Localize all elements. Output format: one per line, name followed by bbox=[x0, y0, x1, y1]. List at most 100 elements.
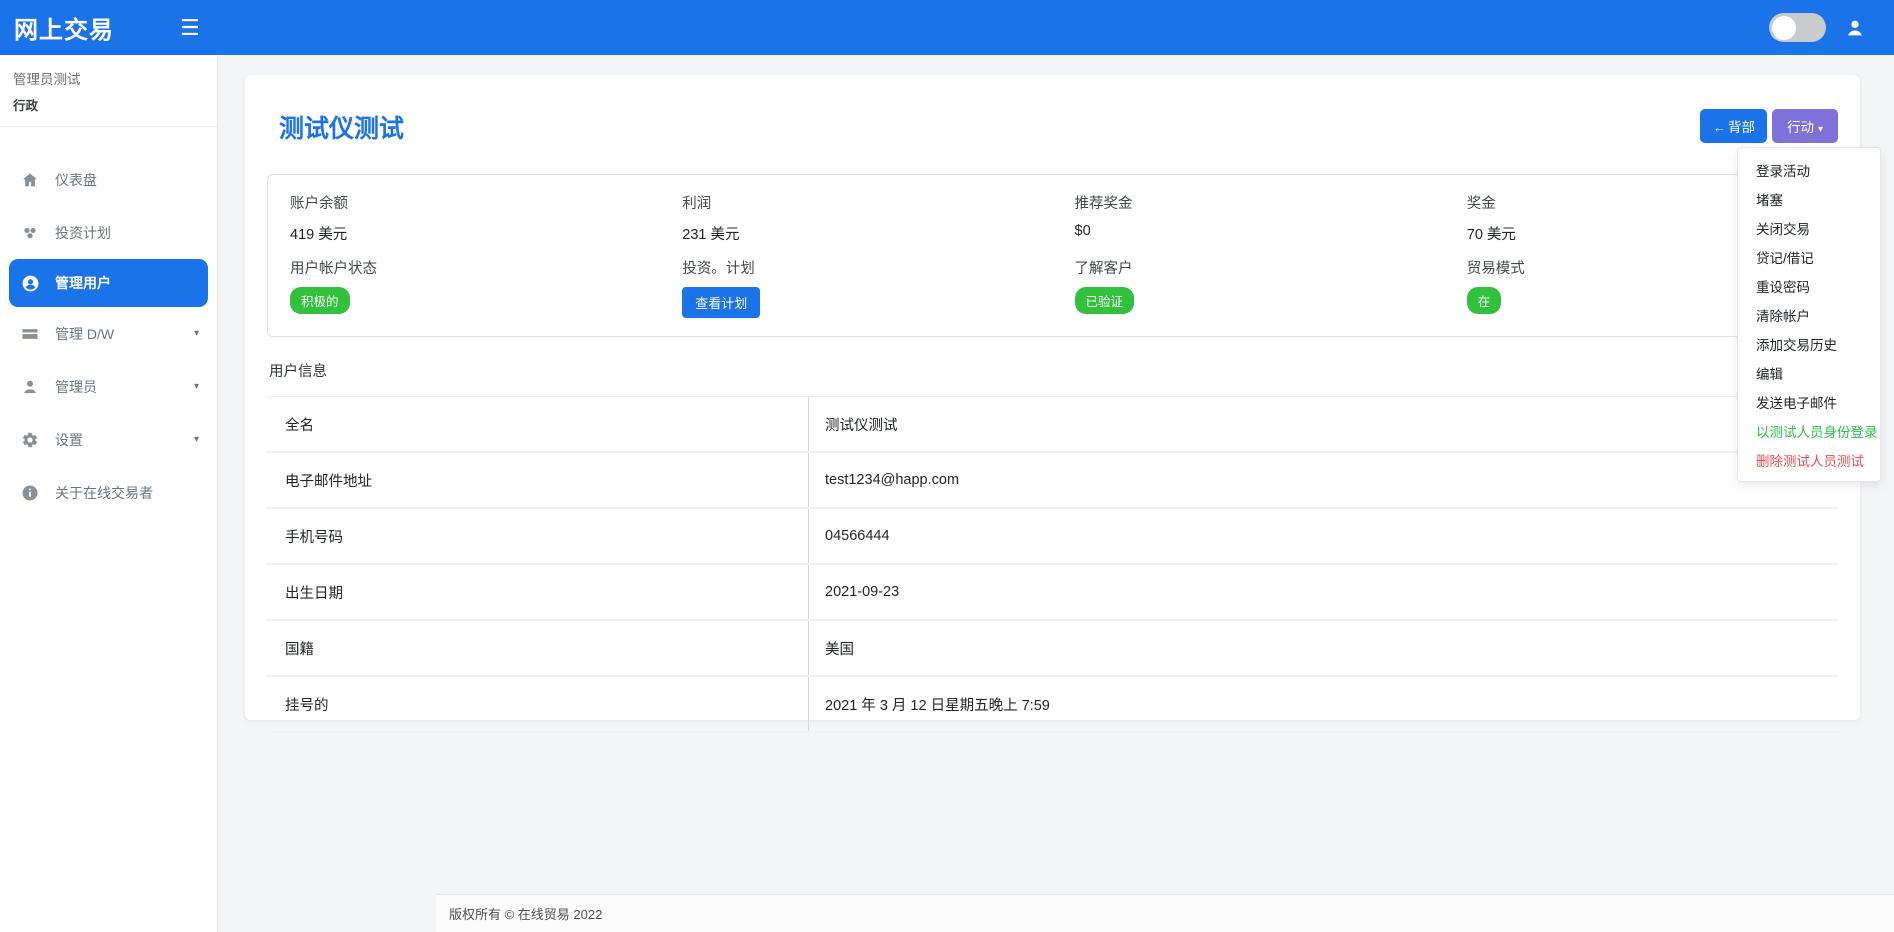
user-circle-icon bbox=[20, 273, 40, 293]
chevron-down-icon: ▾ bbox=[194, 434, 199, 445]
stat-value: 419 美元 bbox=[290, 223, 638, 244]
back-button[interactable]: ←背部 bbox=[1700, 109, 1767, 143]
status-cell-1: 投资。计划查看计划 bbox=[660, 244, 1052, 336]
table-row-1: 电子邮件地址test1234@happ.com bbox=[267, 453, 1838, 509]
actions-dropdown-menu: 登录活动堵塞关闭交易贷记/借记重设密码清除帐户添加交易历史编辑发送电子邮件以测试… bbox=[1737, 147, 1881, 482]
card-header: 测试仪测试 ←背部 行动▾ bbox=[267, 75, 1838, 145]
table-row-0: 全名测试仪测试 bbox=[267, 397, 1838, 453]
dropdown-item-2[interactable]: 关闭交易 bbox=[1738, 213, 1880, 242]
dropdown-item-6[interactable]: 添加交易历史 bbox=[1738, 329, 1880, 358]
row-label: 国籍 bbox=[267, 638, 808, 659]
stats-row: 账户余额419 美元利润231 美元推荐奖金$0奖金70 美元 bbox=[268, 175, 1837, 244]
sidebar-item-0[interactable]: 仪表盘 bbox=[0, 153, 217, 206]
chevron-down-icon: ▾ bbox=[194, 328, 199, 339]
dropdown-item-9[interactable]: 以测试人员身份登录 bbox=[1738, 416, 1880, 445]
sidebar-item-1[interactable]: 投资计划 bbox=[0, 206, 217, 259]
stat-cell-1: 利润 231 美元 bbox=[660, 175, 1052, 244]
table-row-5: 挂号的2021 年 3 月 12 日星期五晚上 7:59 bbox=[267, 677, 1838, 733]
dropdown-item-8[interactable]: 发送电子邮件 bbox=[1738, 387, 1880, 416]
row-label: 挂号的 bbox=[267, 694, 808, 715]
plans-icon bbox=[20, 223, 40, 243]
stat-cell-0: 账户余额 419 美元 bbox=[268, 175, 660, 244]
dropdown-item-3[interactable]: 贷记/借记 bbox=[1738, 242, 1880, 271]
back-arrow-icon: ← bbox=[1712, 120, 1726, 135]
sidebar-item-6[interactable]: 关于在线交易者 bbox=[0, 466, 217, 519]
sidebar-item-label: 关于在线交易者 bbox=[55, 483, 153, 503]
row-label: 电子邮件地址 bbox=[267, 470, 808, 491]
copyright-text: 版权所有 © 在线贸易 2022 bbox=[449, 904, 602, 923]
sidebar: 管理员测试 行政 仪表盘投资计划管理用户管理 D/W ▾ 管理员 ▾ 设置 ▾ 关于在线交易… bbox=[0, 55, 218, 932]
chevron-down-icon: ▾ bbox=[194, 381, 199, 392]
stat-value: $0 bbox=[1075, 223, 1423, 239]
sidebar-item-label: 管理 D/W bbox=[55, 324, 114, 344]
row-value: 2021 年 3 月 12 日星期五晚上 7:59 bbox=[808, 677, 1838, 731]
theme-toggle[interactable] bbox=[1769, 13, 1826, 42]
user-info-title: 用户信息 bbox=[267, 360, 1838, 397]
sidebar-item-label: 设置 bbox=[55, 430, 83, 450]
dropdown-item-5[interactable]: 清除帐户 bbox=[1738, 300, 1880, 329]
stats-box: 账户余额419 美元利润231 美元推荐奖金$0奖金70 美元 用户帐户状态积极… bbox=[267, 174, 1838, 337]
status-cell-2: 了解客户已验证 bbox=[1053, 244, 1445, 336]
user-info-table: 全名测试仪测试电子邮件地址test1234@happ.com手机号码045664… bbox=[267, 397, 1838, 733]
row-value: 04566444 bbox=[808, 509, 1838, 563]
view-plans-button[interactable]: 查看计划 bbox=[682, 287, 760, 318]
stat-label: 账户余额 bbox=[290, 192, 638, 213]
dropdown-item-7[interactable]: 编辑 bbox=[1738, 358, 1880, 387]
user-detail-card: 测试仪测试 ←背部 行动▾ 账户余额419 美元利润231 美元推荐奖金$0奖金… bbox=[245, 75, 1860, 720]
table-row-2: 手机号码04566444 bbox=[267, 509, 1838, 565]
home-icon bbox=[20, 170, 40, 190]
status-badge: 在 bbox=[1467, 287, 1502, 314]
sidebar-item-4[interactable]: 管理员 ▾ bbox=[0, 360, 217, 413]
table-row-4: 国籍美国 bbox=[267, 621, 1838, 677]
sidebar-item-label: 仪表盘 bbox=[55, 170, 97, 190]
row-value: 美国 bbox=[808, 621, 1838, 675]
sidebar-item-label: 投资计划 bbox=[55, 223, 111, 243]
sidebar-nav: 仪表盘投资计划管理用户管理 D/W ▾ 管理员 ▾ 设置 ▾ 关于在线交易者 bbox=[0, 153, 217, 519]
status-label: 用户帐户状态 bbox=[290, 257, 638, 278]
status-label: 了解客户 bbox=[1075, 257, 1423, 278]
hamburger-menu-icon[interactable]: ☰ bbox=[180, 17, 200, 39]
dropdown-item-10[interactable]: 删除测试人员测试 bbox=[1738, 445, 1880, 474]
dropdown-item-1[interactable]: 堵塞 bbox=[1738, 184, 1880, 213]
app-brand: 网上交易 bbox=[0, 10, 166, 45]
status-cell-0: 用户帐户状态积极的 bbox=[268, 244, 660, 336]
user-icon[interactable] bbox=[1844, 17, 1866, 39]
actions-button[interactable]: 行动▾ bbox=[1772, 109, 1838, 143]
dropdown-item-4[interactable]: 重设密码 bbox=[1738, 271, 1880, 300]
status-badge: 已验证 bbox=[1075, 287, 1135, 314]
stat-label: 利润 bbox=[682, 192, 1030, 213]
sidebar-user-name: 管理员测试 bbox=[13, 68, 204, 88]
row-value: 2021-09-23 bbox=[808, 565, 1838, 619]
toggle-knob bbox=[1772, 16, 1796, 40]
stat-value: 231 美元 bbox=[682, 223, 1030, 244]
sidebar-item-3[interactable]: 管理 D/W ▾ bbox=[0, 307, 217, 360]
sidebar-item-5[interactable]: 设置 ▾ bbox=[0, 413, 217, 466]
row-label: 全名 bbox=[267, 414, 808, 435]
stat-cell-2: 推荐奖金 $0 bbox=[1053, 175, 1445, 244]
sidebar-user-block: 管理员测试 行政 bbox=[0, 55, 217, 127]
main-content: 测试仪测试 ←背部 行动▾ 账户余额419 美元利润231 美元推荐奖金$0奖金… bbox=[218, 55, 1894, 932]
row-label: 手机号码 bbox=[267, 526, 808, 547]
statuses-row: 用户帐户状态积极的投资。计划查看计划了解客户已验证贸易模式在 bbox=[268, 244, 1837, 336]
footer: 版权所有 © 在线贸易 2022 bbox=[436, 894, 1894, 932]
topbar: 网上交易 ☰ bbox=[0, 0, 1894, 55]
stat-label: 推荐奖金 bbox=[1075, 192, 1423, 213]
row-value: 测试仪测试 bbox=[808, 397, 1838, 451]
sidebar-item-2[interactable]: 管理用户 bbox=[9, 259, 208, 307]
header-buttons: ←背部 行动▾ bbox=[1700, 109, 1838, 143]
row-value: test1234@happ.com bbox=[808, 453, 1838, 507]
sidebar-user-role: 行政 bbox=[13, 95, 204, 114]
card-icon bbox=[20, 324, 40, 344]
info-icon bbox=[20, 483, 40, 503]
sidebar-item-label: 管理用户 bbox=[55, 273, 111, 293]
person-icon bbox=[20, 377, 40, 397]
sidebar-item-label: 管理员 bbox=[55, 377, 97, 397]
status-label: 投资。计划 bbox=[682, 257, 1030, 278]
row-label: 出生日期 bbox=[267, 582, 808, 603]
status-badge: 积极的 bbox=[290, 287, 350, 314]
topbar-right bbox=[1769, 13, 1894, 42]
table-row-3: 出生日期2021-09-23 bbox=[267, 565, 1838, 621]
page-title: 测试仪测试 bbox=[279, 109, 404, 145]
dropdown-item-0[interactable]: 登录活动 bbox=[1738, 155, 1880, 184]
caret-down-icon: ▾ bbox=[1818, 124, 1823, 135]
